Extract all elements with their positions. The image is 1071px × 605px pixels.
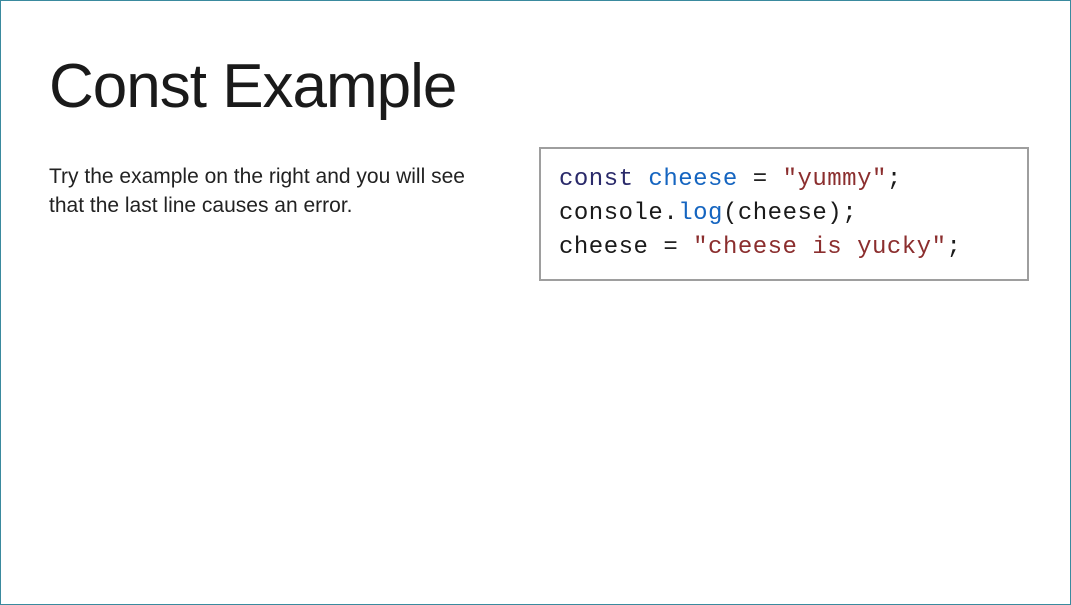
code-operator: =	[648, 234, 693, 261]
code-example: const cheese = "yummy"; console.log(chee…	[559, 163, 1009, 265]
code-identifier: cheese	[648, 166, 737, 193]
code-string: "yummy"	[783, 166, 887, 193]
code-keyword: const	[559, 166, 634, 193]
code-function: log	[678, 200, 723, 227]
code-paren-open: (	[723, 200, 738, 227]
code-paren-close: )	[827, 200, 842, 227]
code-object: console	[559, 200, 663, 227]
slide: Const Example Try the example on the rig…	[1, 1, 1070, 604]
code-example-box: const cheese = "yummy"; console.log(chee…	[539, 147, 1029, 281]
code-operator: =	[738, 166, 783, 193]
code-terminator: ;	[946, 234, 961, 261]
slide-title: Const Example	[49, 51, 1020, 122]
code-terminator: ;	[887, 166, 902, 193]
code-argument: cheese	[738, 200, 827, 227]
code-string: "cheese is yucky"	[693, 234, 946, 261]
code-terminator: ;	[842, 200, 857, 227]
slide-content: Try the example on the right and you wil…	[49, 162, 1020, 281]
code-identifier: cheese	[559, 234, 648, 261]
slide-description: Try the example on the right and you wil…	[49, 162, 489, 221]
code-dot: .	[663, 200, 678, 227]
